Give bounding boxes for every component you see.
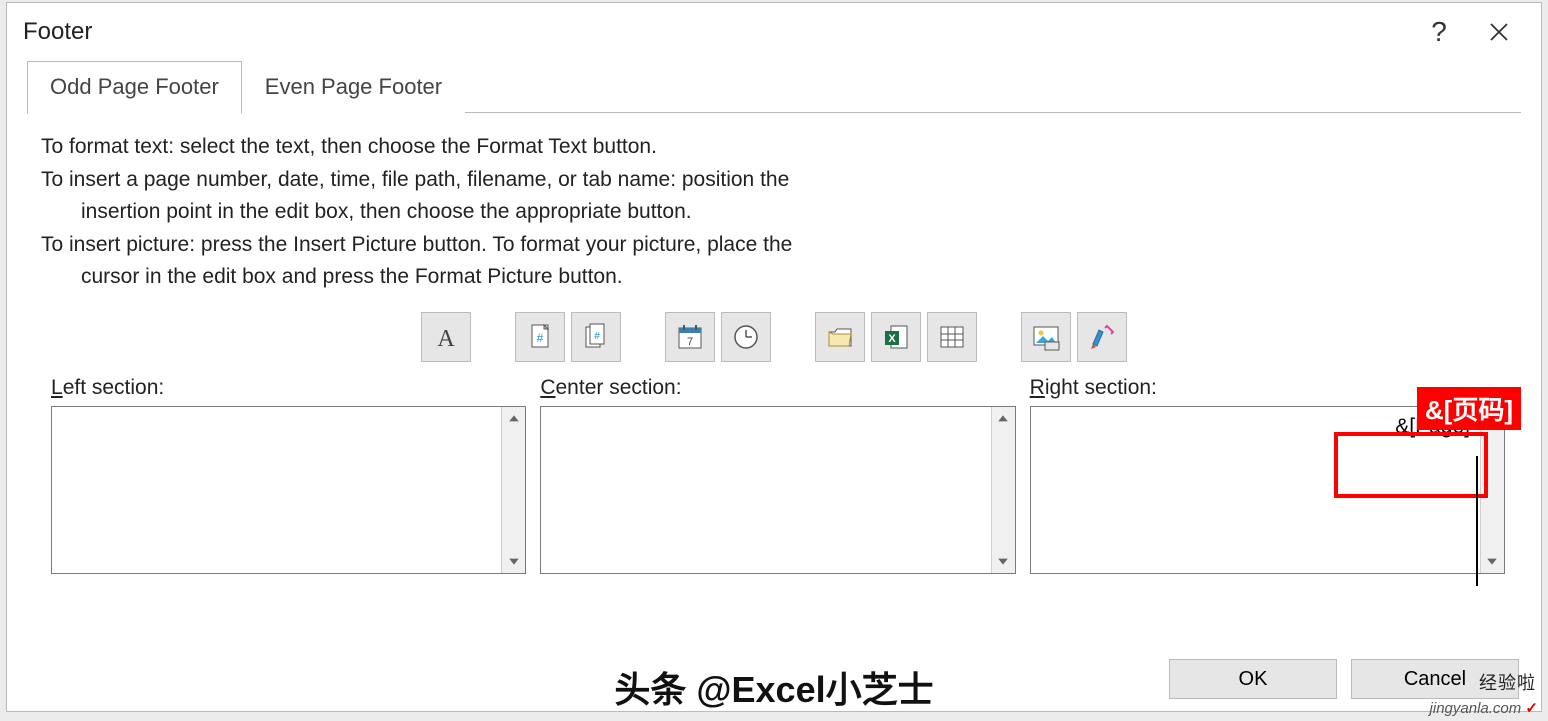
overlay-attribution: 头条 @Excel小芝士: [614, 661, 933, 713]
scroll-up-icon[interactable]: [502, 407, 525, 431]
scroll-down-icon[interactable]: [502, 549, 525, 573]
right-section-editbox[interactable]: [1030, 406, 1505, 574]
format-text-button[interactable]: A: [421, 312, 471, 362]
tab-odd-page-footer[interactable]: Odd Page Footer: [27, 61, 242, 114]
instruction-line: To insert a page number, date, time, fil…: [41, 164, 1517, 197]
center-section-input[interactable]: [541, 407, 990, 573]
instruction-line: insertion point in the edit box, then ch…: [41, 196, 1517, 229]
svg-text:#: #: [537, 331, 544, 345]
svg-text:A: A: [437, 326, 455, 352]
excel-file-icon: X: [881, 322, 911, 352]
close-icon: [1490, 23, 1508, 41]
instructions-text: To format text: select the text, then ch…: [7, 113, 1541, 304]
insert-time-button[interactable]: [721, 312, 771, 362]
right-section-input[interactable]: [1031, 407, 1480, 573]
page-number-icon: #: [525, 322, 555, 352]
svg-text:X: X: [888, 333, 896, 345]
help-button[interactable]: ?: [1409, 8, 1469, 56]
scrollbar[interactable]: [991, 407, 1015, 573]
titlebar: Footer ?: [7, 3, 1541, 61]
instruction-line: To insert picture: press the Insert Pict…: [41, 229, 1517, 262]
letter-a-icon: A: [431, 322, 461, 352]
format-picture-icon: [1087, 322, 1117, 352]
clock-icon: [731, 322, 761, 352]
insert-page-number-button[interactable]: #: [515, 312, 565, 362]
insert-date-button[interactable]: 7: [665, 312, 715, 362]
calendar-icon: 7: [675, 322, 705, 352]
left-section-input[interactable]: [52, 407, 501, 573]
dialog-buttons: OK Cancel: [1169, 659, 1519, 699]
format-picture-button[interactable]: [1077, 312, 1127, 362]
insert-file-path-button[interactable]: [815, 312, 865, 362]
left-section-label: Left section:: [51, 376, 526, 400]
scroll-down-icon[interactable]: [1481, 549, 1504, 573]
instruction-line: cursor in the edit box and press the For…: [41, 261, 1517, 294]
pages-count-icon: #: [581, 322, 611, 352]
insert-picture-button[interactable]: [1021, 312, 1071, 362]
center-section: Center section:: [540, 376, 1015, 574]
insert-sheet-name-button[interactable]: [927, 312, 977, 362]
scrollbar[interactable]: [501, 407, 525, 573]
left-section-editbox[interactable]: [51, 406, 526, 574]
footer-sections: Left section: Center section: Right sect…: [7, 376, 1541, 574]
scrollbar[interactable]: [1480, 407, 1504, 573]
center-section-label: Center section:: [540, 376, 1015, 400]
text-cursor: [1476, 456, 1478, 586]
watermark-brand: 经验啦: [1479, 669, 1536, 695]
insert-file-name-button[interactable]: X: [871, 312, 921, 362]
folder-path-icon: [825, 322, 855, 352]
svg-text:#: #: [594, 331, 600, 342]
scroll-up-icon[interactable]: [992, 407, 1015, 431]
sheet-grid-icon: [937, 322, 967, 352]
ok-button[interactable]: OK: [1169, 659, 1337, 699]
picture-icon: [1031, 322, 1061, 352]
close-button[interactable]: [1469, 8, 1529, 56]
watermark-domain: jingyanla.com ✓: [1430, 699, 1538, 717]
center-section-editbox[interactable]: [540, 406, 1015, 574]
footer-toolbar: A # # 7 X: [7, 304, 1541, 376]
dialog-title: Footer: [23, 18, 92, 46]
tab-even-page-footer[interactable]: Even Page Footer: [242, 61, 465, 113]
svg-text:7: 7: [687, 336, 693, 348]
footer-dialog: Footer ? Odd Page Footer Even Page Foote…: [6, 2, 1542, 712]
insert-number-of-pages-button[interactable]: #: [571, 312, 621, 362]
instruction-line: To format text: select the text, then ch…: [41, 131, 1517, 164]
annotation-badge: &[页码]: [1417, 387, 1521, 430]
left-section: Left section:: [51, 376, 526, 574]
tab-strip: Odd Page Footer Even Page Footer: [7, 61, 1541, 113]
scroll-down-icon[interactable]: [992, 549, 1015, 573]
